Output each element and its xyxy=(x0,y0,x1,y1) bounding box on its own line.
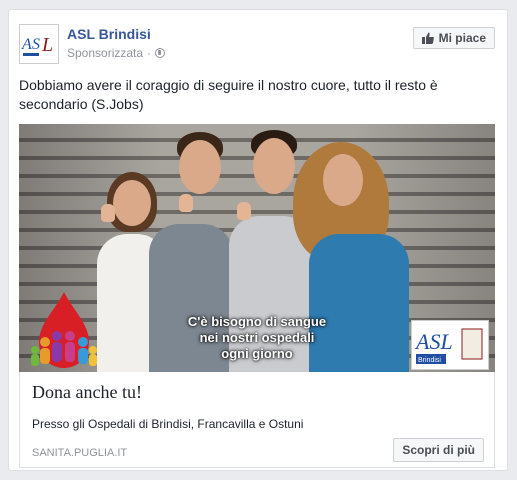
svg-text:S: S xyxy=(32,36,40,53)
ad-caption: C'è bisogno di sangue nei nostri ospedal… xyxy=(167,314,347,362)
blood-drop-logo xyxy=(31,292,97,368)
caption-line-3: ogni giorno xyxy=(221,346,293,361)
page-avatar[interactable]: A S L xyxy=(19,24,59,64)
caption-line-2: nei nostri ospedali xyxy=(199,330,315,345)
globe-icon xyxy=(155,48,166,58)
learn-more-button[interactable]: Scopri di più xyxy=(393,438,484,462)
ad-link-box[interactable]: Dona anche tu! Presso gli Ospedali di Br… xyxy=(19,372,495,468)
asl-badge-icon: ASL Brindisi xyxy=(414,328,483,364)
asl-logo-icon: A S L xyxy=(21,34,53,56)
post-meta: Sponsorizzata · xyxy=(67,46,166,60)
ad-image[interactable]: C'è bisogno di sangue nei nostri ospedal… xyxy=(19,124,495,372)
ad-domain: sanita.puglia.it xyxy=(32,447,128,459)
sponsored-post-card: A S L ASL Brindisi Sponsorizzata · Mi pi… xyxy=(8,9,508,471)
post-header: A S L ASL Brindisi Sponsorizzata · Mi pi… xyxy=(19,24,495,66)
thumbs-up-icon xyxy=(421,32,434,44)
like-button-label: Mi piace xyxy=(438,31,486,45)
logo-text: ASL xyxy=(414,329,453,354)
svg-text:L: L xyxy=(41,34,53,56)
ad-headline[interactable]: Dona anche tu! xyxy=(32,382,142,403)
sponsored-label[interactable]: Sponsorizzata xyxy=(67,46,143,60)
caption-line-1: C'è bisogno di sangue xyxy=(187,314,327,329)
ad-description: Presso gli Ospedali di Brindisi, Francav… xyxy=(32,417,304,431)
post-text: Dobbiamo avere il coraggio di seguire il… xyxy=(19,77,438,112)
like-page-button[interactable]: Mi piace xyxy=(412,27,495,49)
page-name-link[interactable]: ASL Brindisi xyxy=(67,26,151,42)
logo-subtext: Brindisi xyxy=(418,357,441,364)
svg-text:A: A xyxy=(21,36,32,53)
meta-separator: · xyxy=(147,46,152,60)
asl-brindisi-logo: ASL Brindisi xyxy=(411,320,489,370)
